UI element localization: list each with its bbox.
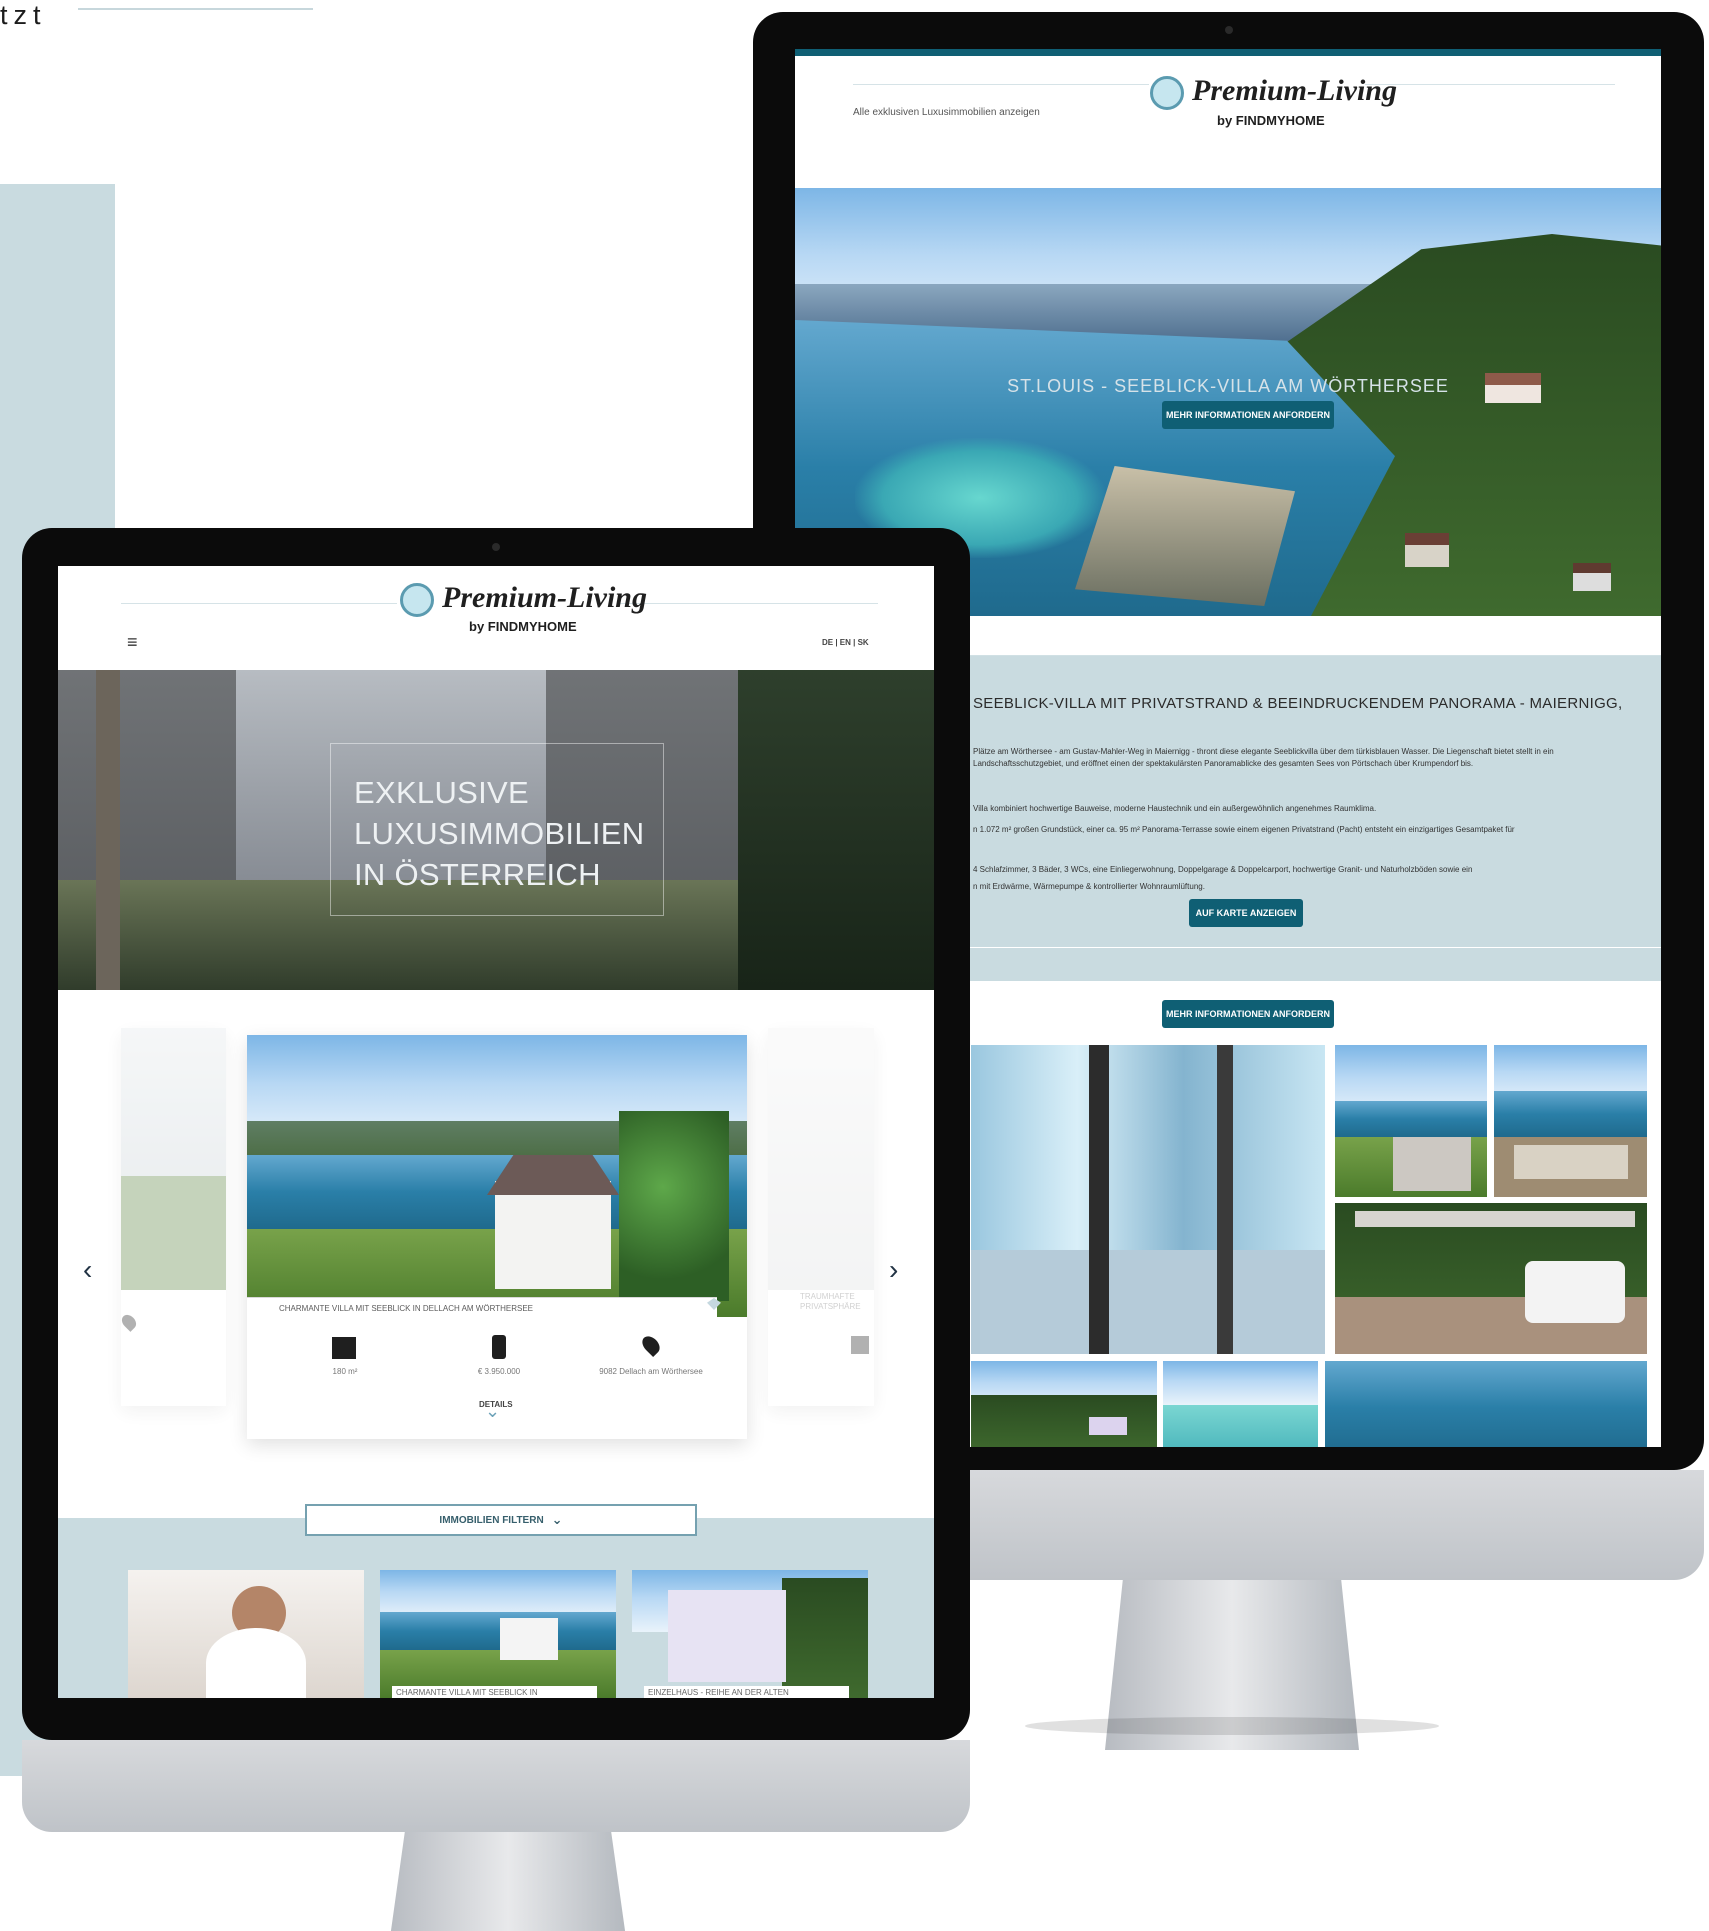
details-chevron-icon[interactable]: ⌄: [485, 1401, 500, 1422]
all-listings-link[interactable]: Alle exklusiven Luxusimmobilien anzeigen: [853, 107, 1040, 118]
location-pin-icon: [119, 1312, 139, 1332]
header-divider-right: [1365, 84, 1615, 85]
front-header-divider-left: [121, 603, 397, 604]
main-card-image: [247, 1035, 747, 1317]
hero-info-button[interactable]: MEHR INFORMATIONEN ANFORDERN: [1162, 401, 1334, 429]
filter-button-label: IMMOBILIEN FILTERN: [439, 1514, 544, 1526]
location-icon: [638, 1332, 664, 1358]
brand-subtitle: by FINDMYHOME: [1217, 113, 1325, 128]
front-monitor-screen: Premium-Living by FINDMYHOME ≡ DE | EN |…: [58, 566, 934, 1698]
listing-title: SEEBLICK-VILLA MIT PRIVATSTRAND & BEEIND…: [973, 695, 1623, 712]
diamond-logo-icon: [1150, 76, 1184, 110]
front-header-divider-right: [618, 603, 878, 604]
filter-chevron-icon: ⌄: [551, 1512, 563, 1527]
gallery-image-7: [1325, 1361, 1647, 1447]
hero-headline-line-1: EXKLUSIVE: [354, 775, 530, 810]
front-hero-image: EXKLUSIVE LUXUSIMMOBILIEN IN ÖSTERREICH: [58, 670, 934, 990]
back-monitor-shadow: [1025, 1717, 1439, 1735]
front-brand-subtitle: by FINDMYHOME: [469, 619, 577, 634]
grid-card-3-image[interactable]: EINZELHAUS - REIHE AN DER ALTEN: [632, 1570, 868, 1698]
top-label: tzt: [0, 0, 47, 30]
carousel-next-icon[interactable]: ›: [889, 1254, 898, 1286]
listing-paragraph-3: n 1.072 m² großen Grundstück, einer ca. …: [973, 825, 1515, 834]
grid-card-1-image[interactable]: [128, 1570, 364, 1698]
hero-headline: EXKLUSIVE LUXUSIMMOBILIEN IN ÖSTERREICH: [354, 772, 644, 895]
gallery-image-2: [1335, 1045, 1487, 1197]
grid-card-3-title: EINZELHAUS - REIHE AN DER ALTEN: [644, 1686, 849, 1698]
gallery-image-3: [1494, 1045, 1647, 1197]
top-label-line: [78, 8, 313, 10]
listing-paragraph-2: Villa kombiniert hochwertige Bauweise, m…: [973, 804, 1377, 813]
carousel-card-right[interactable]: TRAUMHAFTE PRIVATSPHÄRE: [768, 1028, 874, 1406]
front-brand-logo: Premium-Living: [442, 581, 647, 614]
hero-headline-line-2: LUXUSIMMOBILIEN: [354, 816, 645, 851]
front-monitor-chin: [22, 1740, 970, 1832]
grid-card-2-title: CHARMANTE VILLA MIT SEEBLICK IN: [392, 1686, 597, 1698]
scene: tzt Alle exklusiven Luxusimmobilien anze…: [0, 0, 1709, 1931]
front-monitor-stand: [388, 1832, 628, 1931]
menu-icon[interactable]: ≡: [127, 633, 143, 651]
grid-card-2-image[interactable]: CHARMANTE VILLA MIT SEEBLICK IN: [380, 1570, 616, 1698]
back-monitor-camera: [1225, 26, 1233, 34]
filter-button[interactable]: IMMOBILIEN FILTERN ⌄: [305, 1504, 697, 1536]
listing-paragraph-1: Plätze am Wörthersee - am Gustav-Mahler-…: [973, 747, 1554, 768]
stat-location: 9082 Dellach am Wörthersee: [599, 1367, 703, 1376]
price-icon: [492, 1335, 506, 1359]
map-button[interactable]: AUF KARTE ANZEIGEN: [1189, 899, 1303, 927]
main-card-title: CHARMANTE VILLA MIT SEEBLICK IN DELLACH …: [279, 1304, 533, 1313]
gallery-image-1: [971, 1045, 1325, 1354]
hero-headline-line-3: IN ÖSTERREICH: [354, 857, 601, 892]
stat-price: € 3.950.000: [477, 1367, 521, 1376]
front-diamond-logo-icon: [400, 583, 434, 617]
front-monitor: Premium-Living by FINDMYHOME ≡ DE | EN |…: [22, 528, 970, 1931]
carousel-card-left[interactable]: [119, 1028, 226, 1406]
gallery-image-4: [1335, 1203, 1647, 1354]
gallery-image-6: [1163, 1361, 1318, 1447]
hero-caption: ST.LOUIS - SEEBLICK-VILLA AM WÖRTHERSEE: [1007, 376, 1449, 396]
listing-paragraph-5: n mit Erdwärme, Wärmepumpe & kontrollier…: [973, 882, 1205, 891]
header-divider-left: [853, 84, 1149, 85]
brand-logo: Premium-Living: [1192, 74, 1397, 107]
gallery-image-5: [971, 1361, 1157, 1447]
area-icon: [332, 1337, 356, 1359]
right-card-area-icon: [851, 1336, 869, 1354]
listing-paragraph-4: 4 Schlafzimmer, 3 Bäder, 3 WCs, eine Ein…: [973, 865, 1473, 874]
listing-info-button[interactable]: MEHR INFORMATIONEN ANFORDERN: [1162, 1000, 1334, 1028]
right-card-title: TRAUMHAFTE PRIVATSPHÄRE: [800, 1292, 861, 1311]
language-switcher[interactable]: DE | EN | SK: [822, 638, 869, 647]
stat-area: 180 m²: [332, 1367, 358, 1376]
front-monitor-camera: [492, 543, 500, 551]
carousel-card-main[interactable]: CHARMANTE VILLA MIT SEEBLICK IN DELLACH …: [247, 1035, 747, 1439]
carousel-prev-icon[interactable]: ‹: [83, 1254, 92, 1286]
